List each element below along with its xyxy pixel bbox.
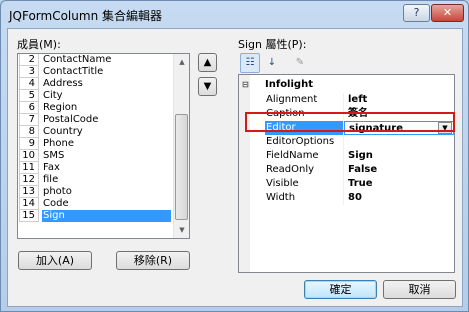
list-item-name: SMS (43, 150, 65, 161)
list-item-name: Code (43, 198, 69, 209)
list-item[interactable]: 5 City (19, 90, 171, 102)
property-row-visible[interactable]: Visible True (239, 177, 454, 191)
list-item[interactable]: 7 PostalCode (19, 114, 171, 126)
remove-button[interactable]: 移除(R) (116, 251, 190, 270)
list-item[interactable]: 15 Sign (19, 210, 171, 222)
list-item[interactable]: 3 ContactTitle (19, 66, 171, 78)
ok-button[interactable]: 確定 (304, 280, 377, 299)
list-item-index: 4 (19, 78, 39, 90)
property-row-editor[interactable]: Editor signature ▼ (239, 121, 454, 135)
property-value[interactable]: left (344, 93, 454, 107)
property-value[interactable]: False (344, 163, 454, 177)
category-infolight[interactable]: ⊟ Infolight (242, 77, 454, 92)
property-name: Visible (266, 178, 299, 189)
list-item[interactable]: 13 photo (19, 186, 171, 198)
property-row-fieldname[interactable]: FieldName Sign (239, 149, 454, 163)
list-item-index: 2 (19, 54, 39, 66)
wrench-icon: ✎ (295, 57, 305, 68)
alphabetical-button[interactable]: ↓ (262, 53, 282, 73)
list-item[interactable]: 9 Phone (19, 138, 171, 150)
list-item-index: 8 (19, 126, 39, 138)
list-item-index: 15 (19, 210, 39, 222)
members-label: 成員(M): (17, 38, 61, 51)
categorized-button[interactable]: ☷ (240, 53, 260, 73)
categorized-icon: ☷ (245, 57, 255, 68)
list-item-index: 9 (19, 138, 39, 150)
list-item-index: 11 (19, 162, 39, 174)
help-button[interactable]: ? (403, 4, 430, 22)
property-row-caption[interactable]: Caption 簽名 (239, 107, 454, 121)
list-item[interactable]: 4 Address (19, 78, 171, 90)
property-pages-button[interactable]: ✎ (290, 53, 310, 73)
up-arrow-icon: ▲ (203, 57, 212, 68)
list-item-index: 7 (19, 114, 39, 126)
category-label: Infolight (265, 79, 313, 90)
list-item-name: City (43, 90, 63, 101)
add-button[interactable]: 加入(A) (18, 251, 92, 270)
dropdown-arrow-icon[interactable]: ▼ (438, 122, 452, 134)
list-item[interactable]: 6 Region (19, 102, 171, 114)
property-row-width[interactable]: Width 80 (239, 191, 454, 205)
list-item-name: file (43, 174, 59, 185)
list-item-name: Phone (43, 138, 74, 149)
property-value[interactable] (344, 135, 454, 149)
list-item-name: Sign (42, 210, 171, 222)
dialog-client-area: 成員(M): 2 ContactName 3 ContactTitle 4 Address… (7, 28, 463, 307)
property-name: Caption (266, 108, 305, 119)
property-name: EditorOptions (266, 136, 335, 147)
scroll-up-icon[interactable]: ▲ (174, 54, 189, 70)
property-value[interactable]: 簽名 (344, 107, 454, 121)
list-item-name: ContactTitle (43, 66, 104, 77)
list-item-name: photo (43, 186, 72, 197)
alphabetical-icon: ↓ (267, 57, 277, 68)
property-row-editoroptions[interactable]: EditorOptions (239, 135, 454, 149)
window-title: JQFormColumn 集合編輯器 (9, 9, 162, 23)
scrollbar-thumb[interactable] (175, 114, 188, 220)
property-value[interactable]: 80 (344, 191, 454, 205)
list-item-index: 6 (19, 102, 39, 114)
property-name: Alignment (266, 94, 318, 105)
members-scrollbar[interactable]: ▲ ▼ (173, 54, 189, 238)
move-down-button[interactable]: ▼ (198, 77, 217, 96)
collapse-icon[interactable]: ⊟ (242, 77, 249, 92)
list-item[interactable]: 12 file (19, 174, 171, 186)
property-grid[interactable]: ⊟ Infolight Alignment left Caption 簽名 Editor… (238, 74, 455, 273)
property-value[interactable]: Sign (344, 149, 454, 163)
property-name: Width (266, 192, 296, 203)
list-item-index: 13 (19, 186, 39, 198)
members-list: 2 ContactName 3 ContactTitle 4 Address 5 City 6 R… (19, 54, 171, 222)
property-value[interactable]: True (344, 177, 454, 191)
list-item-index: 5 (19, 90, 39, 102)
list-item[interactable]: 8 Country (19, 126, 171, 138)
property-name: Editor (265, 121, 344, 135)
list-item-name: Country (43, 126, 83, 137)
list-item-name: PostalCode (43, 114, 99, 125)
list-item-name: Region (43, 102, 78, 113)
title-bar[interactable]: JQFormColumn 集合編輯器 ? ✕ (1, 1, 468, 27)
property-row-alignment[interactable]: Alignment left (239, 93, 454, 107)
list-item-index: 10 (19, 150, 39, 162)
cancel-button[interactable]: 取消 (383, 280, 456, 299)
members-listbox[interactable]: 2 ContactName 3 ContactTitle 4 Address 5 City 6 R… (17, 53, 190, 239)
list-item[interactable]: 2 ContactName (19, 54, 171, 66)
list-item-name: Fax (43, 162, 60, 173)
move-up-button[interactable]: ▲ (198, 53, 217, 72)
collection-editor-window: JQFormColumn 集合編輯器 ? ✕ 成員(M): 2 ContactNa… (0, 0, 469, 312)
list-item-index: 14 (19, 198, 39, 210)
property-row-readonly[interactable]: ReadOnly False (239, 163, 454, 177)
list-item-name: Address (43, 78, 83, 89)
properties-label: Sign 屬性(P): (238, 38, 307, 51)
list-item-index: 12 (19, 174, 39, 186)
list-item[interactable]: 11 Fax (19, 162, 171, 174)
list-item[interactable]: 10 SMS (19, 150, 171, 162)
list-item[interactable]: 14 Code (19, 198, 171, 210)
list-item-name: ContactName (43, 54, 112, 65)
scroll-down-icon[interactable]: ▼ (174, 222, 189, 238)
down-arrow-icon: ▼ (203, 81, 212, 92)
list-item-index: 3 (19, 66, 39, 78)
property-name: ReadOnly (266, 164, 315, 175)
property-name: FieldName (266, 150, 319, 161)
close-button[interactable]: ✕ (431, 4, 464, 22)
